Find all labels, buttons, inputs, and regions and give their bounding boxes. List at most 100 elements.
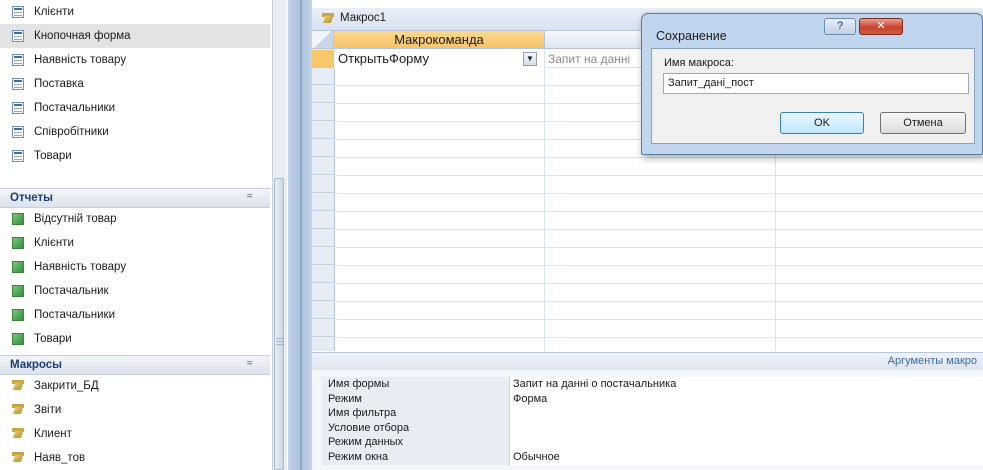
row-selector[interactable]: [312, 211, 334, 229]
grid-row[interactable]: [334, 283, 983, 302]
reports-group-title: Отчеты: [10, 192, 53, 204]
report-item[interactable]: Постачальник: [0, 279, 270, 303]
row-selector[interactable]: [312, 175, 334, 193]
report-item[interactable]: Наявність товару: [0, 255, 270, 279]
report-item-label: Відсутній товар: [34, 213, 117, 225]
row-selector[interactable]: [312, 139, 334, 157]
argument-row[interactable]: Имя формы Запит на данні о постачальника: [322, 377, 983, 392]
row-selector[interactable]: [312, 247, 334, 265]
grid-row[interactable]: [334, 211, 983, 230]
arguments-pane-title: Аргументы макро: [887, 355, 977, 367]
argument-name: Условие отбора: [322, 420, 510, 436]
grid-row[interactable]: [334, 193, 983, 212]
row-selector[interactable]: [312, 157, 334, 175]
report-icon: [12, 261, 24, 273]
arguments-pane: Имя формы Запит на данні о постачальника Р…: [312, 370, 983, 470]
form-item[interactable]: Товари: [0, 144, 270, 168]
help-icon[interactable]: ?: [824, 18, 856, 35]
argument-name: Режим: [322, 391, 510, 407]
report-icon: [12, 285, 24, 297]
row-selector[interactable]: [312, 85, 334, 103]
macro-item[interactable]: Наяв_тов: [0, 446, 270, 470]
close-icon[interactable]: ✕: [859, 18, 903, 35]
dialog-title: Сохранение: [656, 29, 727, 43]
pane-splitter-line: [300, 0, 302, 470]
macro-name-input[interactable]: Запит_дані_пост: [663, 73, 969, 94]
macro-item[interactable]: Клиент: [0, 422, 270, 446]
collapse-chevron-icon[interactable]: ≈: [247, 191, 253, 202]
argument-value[interactable]: [510, 406, 983, 421]
form-item[interactable]: Поставка: [0, 72, 270, 96]
cancel-button[interactable]: Отмена: [880, 112, 966, 134]
form-icon: [12, 78, 24, 90]
reports-group-header[interactable]: Отчеты ≈: [0, 188, 270, 208]
form-item-label: Товари: [34, 150, 72, 162]
report-item[interactable]: Постачальники: [0, 303, 270, 327]
argument-name: Режим окна: [322, 449, 510, 465]
macro-item-label: Наяв_тов: [34, 452, 86, 464]
row-selector[interactable]: [312, 121, 334, 139]
arguments-pane-header: Аргументы макро: [312, 352, 983, 372]
argument-value[interactable]: [510, 435, 983, 450]
argument-value[interactable]: [510, 420, 983, 436]
argument-value[interactable]: Форма: [510, 391, 983, 407]
report-item[interactable]: Клієнти: [0, 231, 270, 255]
row-selector[interactable]: [312, 229, 334, 247]
macros-group-header[interactable]: Макросы ≈: [0, 355, 270, 375]
form-icon: [12, 30, 24, 42]
argument-name: Режим данных: [322, 435, 510, 450]
macro-icon: [322, 13, 335, 25]
form-item-label: Поставка: [34, 78, 84, 90]
form-item-label: Кнопочная форма: [34, 30, 131, 42]
argument-row[interactable]: Условие отбора: [322, 420, 983, 436]
document-tab-title: Макрос1: [340, 12, 387, 24]
action-cell[interactable]: ОткрытьФорму: [334, 50, 544, 68]
argument-row[interactable]: Режим окна Обычное: [322, 449, 983, 465]
argument-value[interactable]: Запит на данні о постачальника: [510, 377, 983, 392]
grid-row[interactable]: [334, 319, 983, 338]
form-item[interactable]: Клієнти: [0, 0, 270, 24]
ok-button[interactable]: OK: [780, 112, 864, 134]
grid-row[interactable]: [334, 229, 983, 248]
argument-value[interactable]: Обычное: [510, 449, 983, 465]
form-item[interactable]: Постачальники: [0, 96, 270, 120]
report-item-label: Наявність товару: [34, 261, 127, 273]
form-icon: [12, 6, 24, 18]
dropdown-arrow-icon[interactable]: ▼: [523, 52, 537, 66]
nav-scrollbar-thumb[interactable]: [274, 178, 284, 470]
current-row-marker[interactable]: [312, 50, 334, 68]
macro-item[interactable]: Закрити_БД: [0, 374, 270, 398]
form-icon: [12, 102, 24, 114]
grid-row[interactable]: [334, 301, 983, 320]
form-item[interactable]: Співробітники: [0, 120, 270, 144]
select-all-corner[interactable]: [312, 31, 334, 49]
macro-name-label: Имя макроса:: [664, 57, 734, 69]
row-selector[interactable]: [312, 301, 334, 319]
grid-row[interactable]: [334, 157, 983, 176]
form-item[interactable]: Кнопочная форма: [0, 24, 270, 48]
grid-row[interactable]: [334, 247, 983, 266]
report-item-label: Товари: [34, 333, 72, 345]
form-item[interactable]: Наявність товару: [0, 48, 270, 72]
collapse-chevron-icon[interactable]: ≈: [247, 358, 253, 369]
row-selector[interactable]: [312, 265, 334, 283]
macro-item[interactable]: Звіти: [0, 398, 270, 422]
report-item[interactable]: Товари: [0, 327, 270, 351]
report-item-label: Постачальник: [34, 285, 109, 297]
argument-row[interactable]: Режим данных: [322, 435, 983, 450]
argument-row[interactable]: Имя фильтра: [322, 406, 983, 421]
column-header-action[interactable]: Макрокоманда: [334, 31, 545, 49]
row-selector[interactable]: [312, 103, 334, 121]
macros-group-title: Макросы: [10, 359, 62, 371]
report-item[interactable]: Відсутній товар: [0, 207, 270, 231]
row-selector[interactable]: [312, 283, 334, 301]
report-icon: [12, 309, 24, 321]
form-item-label: Наявність товару: [34, 54, 127, 66]
report-icon: [12, 333, 24, 345]
row-selector[interactable]: [312, 67, 334, 85]
argument-row[interactable]: Режим Форма: [322, 391, 983, 407]
grid-row[interactable]: [334, 175, 983, 194]
row-selector[interactable]: [312, 319, 334, 337]
grid-row[interactable]: [334, 265, 983, 284]
row-selector[interactable]: [312, 193, 334, 211]
